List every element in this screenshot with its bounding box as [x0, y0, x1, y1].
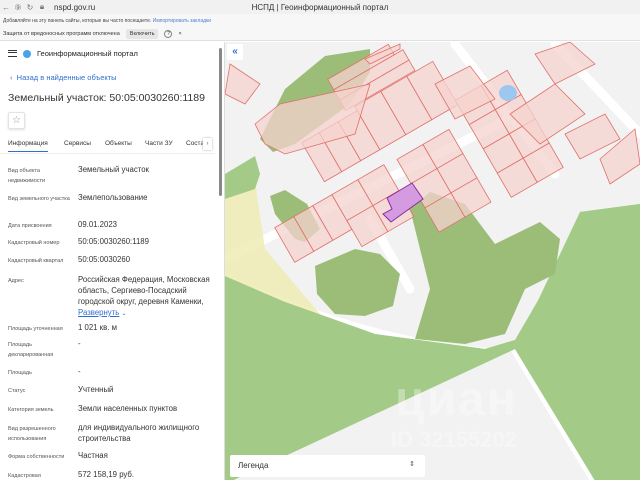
collapse-sidebar-button[interactable]: «: [227, 44, 243, 60]
field-label: Площадь декларированная: [8, 342, 54, 358]
expand-link[interactable]: Развернуть: [78, 308, 119, 317]
field-value: Земли населенных пунктов: [78, 404, 178, 413]
tab-parts[interactable]: Части ЗУ: [145, 140, 173, 147]
field-label: Кадастровый квартал: [8, 258, 64, 264]
legend-label: Легенда: [238, 461, 269, 470]
scrollbar-thumb[interactable]: [219, 48, 222, 196]
enable-protection-button[interactable]: Включить: [125, 28, 159, 39]
green-area: [315, 249, 400, 316]
field-label: Площадь уточненная: [8, 326, 63, 332]
app-title: Геоинформационный портал: [37, 49, 138, 58]
address-bar[interactable]: nspd.gov.ru: [54, 3, 95, 12]
tab-info[interactable]: Информация: [8, 140, 48, 152]
field-value: 09.01.2023: [78, 220, 118, 229]
help-icon[interactable]: ?: [164, 29, 173, 38]
page-title: Земельный участок: 50:05:0030260:1189: [8, 92, 205, 104]
protection-bar: Защита от вредоносных программ отключена…: [0, 27, 640, 41]
app-header: Геоинформационный портал: [8, 49, 138, 58]
pond: [499, 85, 517, 101]
portal-logo-icon: [23, 49, 31, 58]
field-value: Землепользование: [78, 193, 148, 202]
field-label: Площадь: [8, 370, 32, 376]
field-label: Категория земель: [8, 407, 54, 413]
field-label: Вид земельного участка: [8, 196, 70, 202]
field-value: Российская Федерация, Московская область…: [78, 274, 218, 320]
field-label: Кадастровый номер: [8, 240, 60, 246]
protection-text: Защита от вредоносных программ отключена: [3, 30, 120, 37]
field-label: Вид объекта недвижимости: [8, 168, 46, 184]
bookmarks-bar: Добавляйте на эту панель сайты, которые …: [0, 14, 640, 27]
back-link[interactable]: ‹ Назад в найденные объекты: [10, 73, 117, 82]
field-label: Статус: [8, 388, 26, 394]
map-view[interactable]: циан ID 32155202 « Легенда ⇕: [225, 42, 640, 480]
tab-services[interactable]: Сервисы: [64, 140, 91, 147]
import-bookmarks-link[interactable]: Импортировать закладки: [153, 18, 211, 24]
field-value: 50:05:0030260:1189: [78, 237, 149, 246]
page-tab-title: НСПД | Геоинформационный портал: [251, 2, 389, 12]
tab-objects[interactable]: Объекты: [105, 140, 132, 147]
back-icon[interactable]: ←: [0, 3, 12, 12]
reload-icon[interactable]: ↻: [24, 3, 36, 12]
field-value: 1 021 кв. м: [78, 323, 117, 332]
field-label: Форма собственности: [8, 454, 65, 460]
legend-select[interactable]: Легенда ⇕: [230, 455, 425, 477]
field-label: Кадастровая: [8, 473, 41, 479]
close-icon[interactable]: ×: [178, 31, 181, 37]
lock-icon: 🔒︎: [39, 2, 45, 11]
select-arrows-icon: ⇕: [409, 461, 415, 468]
menu-icon[interactable]: [8, 50, 17, 57]
field-label: Вид разрешенного использования: [8, 426, 56, 442]
field-value: 50:05:0030260: [78, 255, 131, 264]
yandex-icon[interactable]: ⑨: [12, 3, 24, 12]
address-text: Российская Федерация, Московская область…: [78, 275, 210, 306]
sidebar-scrollbar[interactable]: [218, 42, 223, 480]
field-value: 572 158,19 руб.: [78, 470, 135, 479]
field-value: -: [78, 339, 81, 348]
sidebar: Геоинформационный портал ‹ Назад в найде…: [0, 42, 225, 480]
browser-toolbar: ← ⑨ ↻ 🔒︎ nspd.gov.ru НСПД | Геоинформаци…: [0, 0, 640, 14]
field-value: -: [78, 367, 81, 376]
field-label: Адрес: [8, 278, 24, 284]
chevron-down-icon[interactable]: ⌄: [122, 311, 127, 317]
map-canvas[interactable]: [225, 42, 640, 480]
field-value: Учтенный: [78, 385, 114, 394]
field-value: Земельный участок: [78, 165, 149, 174]
tab-bar: Информация Сервисы Объекты Части ЗУ Сост…: [0, 138, 215, 154]
field-label: Дата присвоения: [8, 223, 52, 229]
field-value: Частная: [78, 451, 108, 460]
chevron-right-icon[interactable]: ›: [203, 138, 212, 150]
field-value: для индивидуального жилищного строительс…: [78, 423, 200, 443]
favorite-star-icon[interactable]: ☆: [8, 112, 25, 129]
back-link-label: Назад в найденные объекты: [16, 73, 117, 82]
bookmarks-hint: Добавляйте на эту панель сайты, которые …: [3, 18, 152, 24]
